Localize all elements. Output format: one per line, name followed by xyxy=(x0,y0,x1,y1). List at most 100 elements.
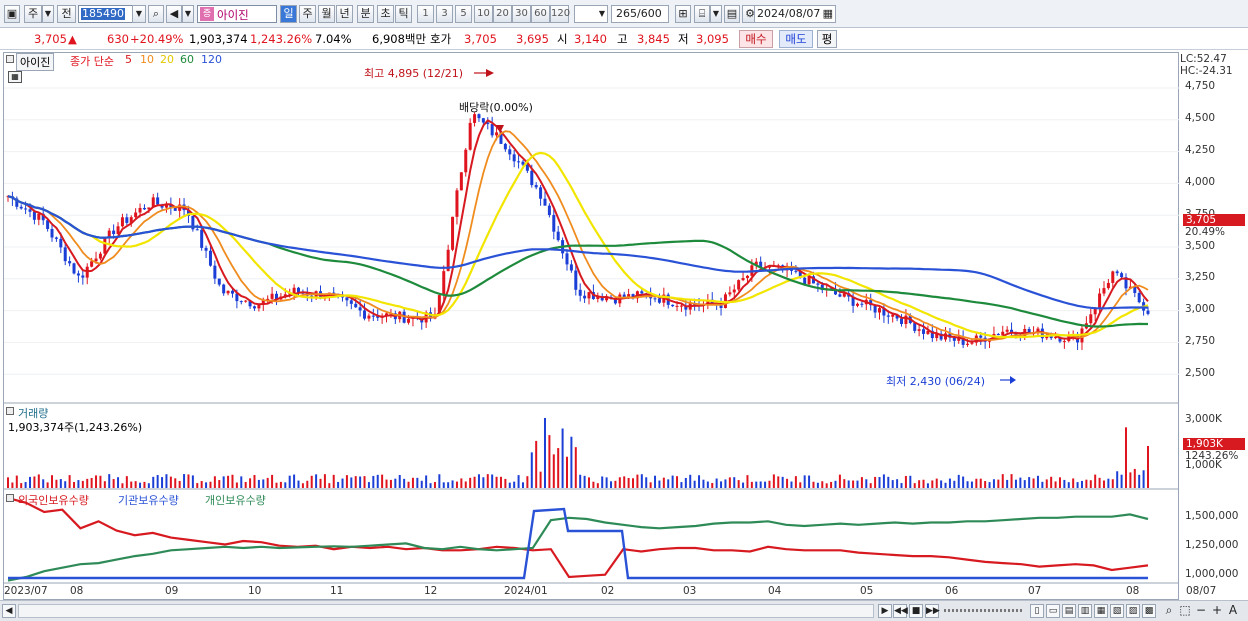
zoom-in-icon[interactable]: + xyxy=(1210,604,1224,618)
period-button-1[interactable]: 주 xyxy=(299,5,316,23)
layout6-icon[interactable]: ▧ xyxy=(1110,604,1124,618)
candle-icon[interactable]: ⌸ xyxy=(694,5,710,23)
period-button-6[interactable]: 틱 xyxy=(395,5,412,23)
volume-pane-toggle-icon[interactable] xyxy=(6,407,14,415)
candle-dropdown-icon[interactable]: ▼ xyxy=(710,5,722,23)
candle-body xyxy=(816,283,820,285)
speaker-dropdown-icon[interactable]: ▼ xyxy=(182,5,194,23)
volume-bar xyxy=(878,477,881,488)
font-size-icon[interactable]: A xyxy=(1226,604,1240,618)
volume-bar xyxy=(843,479,846,488)
volume-bar xyxy=(671,475,674,488)
zoom-out-icon[interactable]: − xyxy=(1194,604,1208,618)
date-label-2: 09 xyxy=(165,585,179,597)
date-field[interactable]: 2024/08/07 ▦ xyxy=(754,5,836,23)
holding-pane-toggle-icon[interactable] xyxy=(6,494,14,502)
minute-button-6[interactable]: 60 xyxy=(531,5,550,23)
volume-bar xyxy=(332,474,335,488)
minute-button-4[interactable]: 20 xyxy=(493,5,512,23)
date-label-7: 02 xyxy=(601,585,615,597)
foreign-holding-legend[interactable]: 외국인보유수량 xyxy=(18,492,89,508)
minute-button-2[interactable]: 5 xyxy=(455,5,472,23)
layout4-icon[interactable]: ▥ xyxy=(1078,604,1092,618)
candle-body xyxy=(1106,282,1110,289)
scroll-right-icon[interactable]: ▶ xyxy=(878,604,892,618)
chart-menu-icon[interactable]: ▣ xyxy=(4,5,20,23)
period-button-5[interactable]: 초 xyxy=(377,5,394,23)
market-dropdown-icon[interactable]: ▼ xyxy=(42,5,54,23)
stop-icon[interactable]: ■ xyxy=(909,604,923,618)
prev-button[interactable]: 전 xyxy=(57,5,76,23)
chart-area[interactable] xyxy=(3,52,1180,601)
save-icon[interactable]: ▤ xyxy=(724,5,740,23)
bar-type-icon[interactable]: ⊞ xyxy=(675,5,691,23)
price-pane-stock-tag[interactable]: 아이진 xyxy=(16,53,55,71)
unit-dropdown[interactable]: ▼ xyxy=(574,5,608,23)
last-page-icon[interactable]: ▶▶ xyxy=(925,604,940,618)
volume-bar xyxy=(896,479,899,488)
minute-button-1[interactable]: 3 xyxy=(436,5,453,23)
period-button-3[interactable]: 년 xyxy=(336,5,353,23)
search-icon[interactable]: ⌕ xyxy=(148,5,164,23)
layout5-icon[interactable]: ▦ xyxy=(1094,604,1108,618)
range-handle-icon[interactable] xyxy=(944,609,1024,612)
sell-button[interactable]: 매도 xyxy=(779,30,813,48)
volume-bar xyxy=(271,474,274,488)
stock-name-field[interactable]: 증 아이진 xyxy=(197,5,277,23)
layout1-icon[interactable]: ▯ xyxy=(1030,604,1044,618)
period-button-4[interactable]: 분 xyxy=(357,5,374,23)
period-button-2[interactable]: 월 xyxy=(318,5,335,23)
volume-bar xyxy=(1076,482,1079,488)
market-button[interactable]: 주 xyxy=(24,5,42,23)
candle-body xyxy=(794,270,798,272)
calendar-icon[interactable]: ▦ xyxy=(823,6,833,22)
candle-body xyxy=(671,304,675,307)
price-tick-2: 4,250 xyxy=(1185,144,1216,156)
buy-button[interactable]: 매수 xyxy=(739,30,773,48)
minute-button-3[interactable]: 10 xyxy=(474,5,493,23)
volume-bar xyxy=(81,480,84,488)
individual-holding-legend[interactable]: 개인보유수량 xyxy=(205,492,266,508)
minute-button-7[interactable]: 120 xyxy=(550,5,570,23)
pane-toggle-icon[interactable] xyxy=(6,55,14,63)
ma20-legend[interactable]: 20 xyxy=(160,53,174,66)
minute-button-0[interactable]: 1 xyxy=(417,5,434,23)
candle-body xyxy=(503,143,507,150)
volume-bar xyxy=(1067,482,1070,488)
chart-scrollbar[interactable]: ◀ ▶ ◀◀ ■ ▶▶ ▯ ▭ ▤ ▥ ▦ ▧ ▨ ▩ ⌕ ⬚ − + A xyxy=(0,600,1248,621)
candle-body xyxy=(125,217,129,223)
minute-button-5[interactable]: 30 xyxy=(512,5,531,23)
volume-bar xyxy=(539,471,542,488)
speaker-icon[interactable]: ◀ xyxy=(166,5,182,23)
bar-count-field[interactable]: 265/600 xyxy=(611,5,669,23)
code-dropdown-icon[interactable]: ▼ xyxy=(132,5,146,23)
volume-pct: 1,243.26% xyxy=(250,32,313,46)
ma5-legend[interactable]: 5 xyxy=(125,53,132,66)
first-page-icon[interactable]: ◀◀ xyxy=(893,604,908,618)
volume-bar xyxy=(698,475,701,488)
eval-button[interactable]: 평 xyxy=(817,30,837,48)
candle-body xyxy=(860,303,864,305)
layout7-icon[interactable]: ▨ xyxy=(1126,604,1140,618)
volume-bar xyxy=(684,477,687,488)
ma120-legend[interactable]: 120 xyxy=(201,53,222,66)
period-button-0[interactable]: 일 xyxy=(280,5,297,23)
layout8-icon[interactable]: ▩ xyxy=(1142,604,1156,618)
fit-icon[interactable]: ⬚ xyxy=(1178,604,1192,618)
candle-body xyxy=(543,198,547,206)
ma-legend-prefix[interactable]: 종가 단순 xyxy=(70,53,114,69)
scroll-left-icon[interactable]: ◀ xyxy=(2,604,16,618)
volume-bar xyxy=(803,475,806,488)
layout2-icon[interactable]: ▭ xyxy=(1046,604,1060,618)
zoom-icon[interactable]: ⌕ xyxy=(1162,604,1176,618)
bar-count-total: /600 xyxy=(637,7,662,20)
low-label: 저 xyxy=(678,32,689,46)
ma60-legend[interactable]: 60 xyxy=(180,53,194,66)
scroll-thumb[interactable] xyxy=(18,604,874,618)
table-view-icon[interactable]: ▦ xyxy=(8,71,22,83)
institution-holding-legend[interactable]: 기관보유수량 xyxy=(118,492,179,508)
chart-canvas[interactable] xyxy=(4,53,1180,601)
layout3-icon[interactable]: ▤ xyxy=(1062,604,1076,618)
volume-bar xyxy=(455,481,458,488)
ma10-legend[interactable]: 10 xyxy=(140,53,154,66)
